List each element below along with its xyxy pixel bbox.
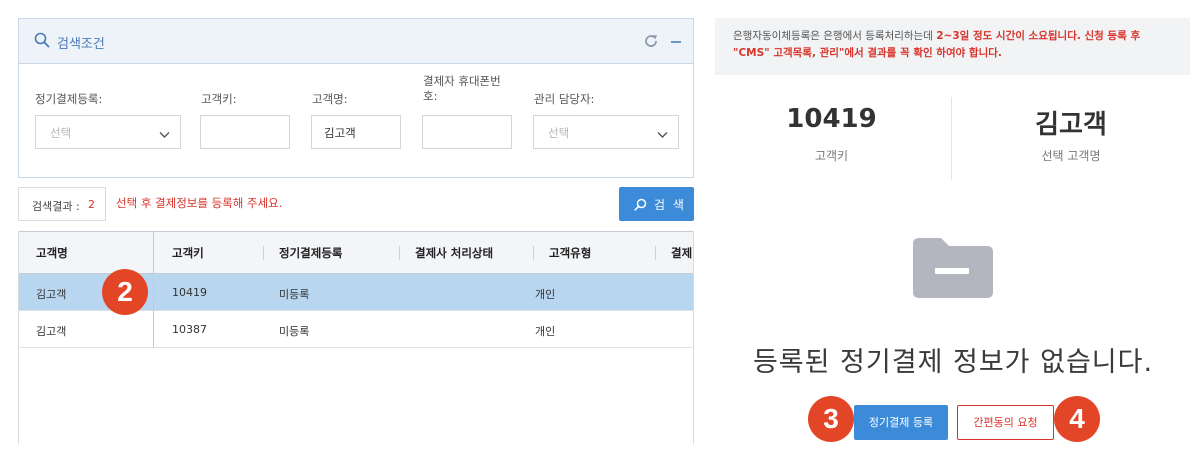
notice-text: 은행자동이체등록은 은행에서 등록처리하는데 xyxy=(733,30,937,42)
search-button[interactable]: 검 색 xyxy=(619,187,694,221)
cell-key: 10419 xyxy=(172,286,207,299)
search-button-label: 검 색 xyxy=(654,198,686,212)
manager-label: 관리 담당자: xyxy=(534,92,595,106)
column-header-type[interactable]: 고객유형 xyxy=(549,245,591,261)
result-count-value: 2 xyxy=(88,198,95,211)
cell-type: 개인 xyxy=(535,325,556,338)
column-divider xyxy=(399,246,400,260)
result-count-label: 검색결과 : xyxy=(32,200,80,213)
cell-type: 개인 xyxy=(535,288,556,301)
result-hint: 선택 후 결제정보를 등록해 주세요. xyxy=(116,196,283,210)
customer-name-input[interactable]: 김고객 xyxy=(311,115,401,149)
column-header-status[interactable]: 결제사 처리상태 xyxy=(415,245,493,261)
search-panel-title: 검색조건 xyxy=(57,37,105,52)
register-billing-button[interactable]: 정기결제 등록 xyxy=(854,405,948,440)
step-badge-2: 2 xyxy=(102,269,148,315)
search-icon xyxy=(634,198,647,214)
table-header: 고객명 고객키 정기결제등록 결제사 처리상태 고객유형 결제 xyxy=(19,231,693,274)
column-header-key[interactable]: 고객키 xyxy=(172,245,204,261)
column-header-name[interactable]: 고객명 xyxy=(36,245,68,261)
search-icon xyxy=(34,32,50,52)
empty-state-message: 등록된 정기결제 정보가 없습니다. xyxy=(752,347,1154,378)
customer-name-label: 고객명: xyxy=(312,92,348,106)
column-header-registration[interactable]: 정기결제등록 xyxy=(279,245,342,261)
selected-customer-name: 김고객 xyxy=(1035,110,1107,140)
cell-name: 김고객 xyxy=(36,288,67,301)
column-header-payment[interactable]: 결제 xyxy=(671,245,692,261)
consent-request-button[interactable]: 간편동의 요청 xyxy=(957,405,1054,440)
refresh-icon[interactable] xyxy=(643,33,659,53)
cell-registration: 미등록 xyxy=(279,288,310,301)
customer-name-value: 김고객 xyxy=(324,126,356,140)
manager-placeholder: 선택 xyxy=(548,126,570,140)
billing-registration-placeholder: 선택 xyxy=(50,126,72,140)
manager-select[interactable]: 선택 xyxy=(533,115,679,149)
cell-name: 김고객 xyxy=(36,325,67,338)
selected-customer-caption: 선택 고객명 xyxy=(1041,149,1101,163)
cell-key: 10387 xyxy=(172,323,207,336)
search-panel-header: 검색조건 xyxy=(19,19,693,64)
billing-registration-select[interactable]: 선택 xyxy=(35,115,181,149)
customer-key-caption: 고객키 xyxy=(814,149,849,163)
chevron-down-icon xyxy=(159,128,170,142)
customer-key-input[interactable] xyxy=(200,115,290,149)
cell-registration: 미등록 xyxy=(279,325,310,338)
billing-registration-label: 정기결제등록: xyxy=(35,92,103,106)
chevron-down-icon xyxy=(657,128,668,142)
collapse-icon[interactable] xyxy=(671,41,681,43)
step-badge-3: 3 xyxy=(808,396,854,442)
table-row[interactable]: 김고객 10387 미등록 개인 xyxy=(19,311,693,348)
frozen-column-border xyxy=(153,231,154,348)
notice-box: 은행자동이체등록은 은행에서 등록처리하는데 2~3일 정도 시간이 소요됩니다… xyxy=(715,18,1190,75)
column-divider xyxy=(263,246,264,260)
folder-icon xyxy=(911,236,995,304)
column-divider xyxy=(533,246,534,260)
customer-key-value: 10419 xyxy=(786,104,877,134)
result-table: 고객명 고객키 정기결제등록 결제사 처리상태 고객유형 결제 김고객 1041… xyxy=(18,231,694,444)
column-divider xyxy=(655,246,656,260)
step-badge-4: 4 xyxy=(1054,396,1100,442)
search-panel: 검색조건 정기결제등록: 선택 고객키: 고객명: 김고객 결제자 휴대폰번호:… xyxy=(18,18,694,178)
payer-phone-input[interactable] xyxy=(422,115,512,149)
customer-key-label: 고객키: xyxy=(201,92,237,106)
payer-phone-label: 결제자 휴대폰번호: xyxy=(423,74,501,103)
result-count: 검색결과 : 2 xyxy=(18,187,106,221)
